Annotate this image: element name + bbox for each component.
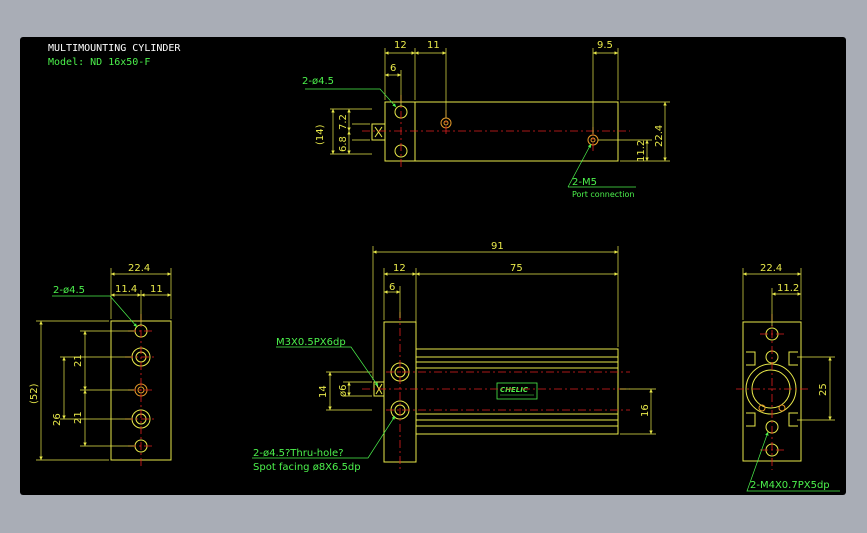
left-view-dimensions [36, 268, 172, 461]
top-dim-12: 12 [394, 40, 407, 51]
top-dim-22-4: 22.4 [654, 125, 665, 147]
left-hole-label: 2-ø4.5 [53, 285, 85, 296]
model-label: Model: ND 16x50-F [48, 57, 150, 68]
front-dim-6: 6 [389, 282, 395, 293]
front-view-centerlines [362, 312, 630, 470]
top-dim-7-2: 7.2 [338, 114, 349, 130]
brand-plate: CHELIC [496, 382, 538, 400]
top-hole-label: 2-ø4.5 [302, 76, 334, 87]
front-dim-75: 75 [510, 263, 523, 274]
left-view-centerlines [125, 314, 157, 467]
top-dim-9-5: 9.5 [597, 40, 613, 51]
brand-text: CHELIC [500, 386, 529, 394]
left-dim-11-4: 11.4 [115, 284, 137, 295]
front-view-dimensions [326, 246, 656, 435]
left-dim-21a: 21 [73, 354, 84, 367]
front-dim-12: 12 [393, 263, 406, 274]
front-view-leaders [252, 346, 396, 459]
top-view-dimensions [330, 48, 670, 162]
right-thread-label: 2-M4X0.7PX5dp [750, 480, 830, 491]
top-dim-11-2: 11.2 [636, 140, 647, 162]
right-view-centerlines [736, 314, 808, 470]
front-dim-16: 16 [640, 404, 651, 417]
drawing-title: MULTIMOUNTING CYLINDER [48, 43, 181, 54]
top-dim-11: 11 [427, 40, 440, 51]
top-dim-6-8: 6.8 [338, 136, 349, 152]
cad-drawing: MULTIMOUNTING CYLINDER Model: ND 16x50-F [29, 40, 840, 492]
front-spot-label: Spot facing ø8X6.5dp [253, 462, 361, 473]
top-view [371, 101, 619, 162]
top-dim-6: 6 [390, 63, 396, 74]
right-dim-22-4: 22.4 [760, 263, 782, 274]
top-view-leaders [305, 88, 636, 188]
top-dim-14: (14) [315, 124, 326, 145]
top-port-label: 2-M5 [572, 177, 597, 188]
left-view-leaders [52, 295, 138, 328]
left-dim-11: 11 [150, 284, 163, 295]
right-dim-25: 25 [818, 383, 829, 396]
top-view-body [384, 101, 619, 162]
front-dim-phi6: ø6 [338, 385, 349, 397]
left-dim-22-4: 22.4 [128, 263, 150, 274]
left-dim-21b: 21 [73, 411, 84, 424]
front-dim-14: 14 [318, 385, 329, 398]
front-thread-label: M3X0.5PX6dp [276, 337, 346, 348]
left-dim-26: 26 [52, 413, 63, 426]
top-port-desc: Port connection [572, 190, 634, 199]
front-view [373, 321, 619, 463]
front-hole-label: 2-ø4.5?Thru-hole? [253, 448, 344, 459]
front-dim-91: 91 [491, 241, 504, 252]
right-dim-11-2: 11.2 [777, 283, 799, 294]
left-dim-52: (52) [29, 383, 40, 404]
